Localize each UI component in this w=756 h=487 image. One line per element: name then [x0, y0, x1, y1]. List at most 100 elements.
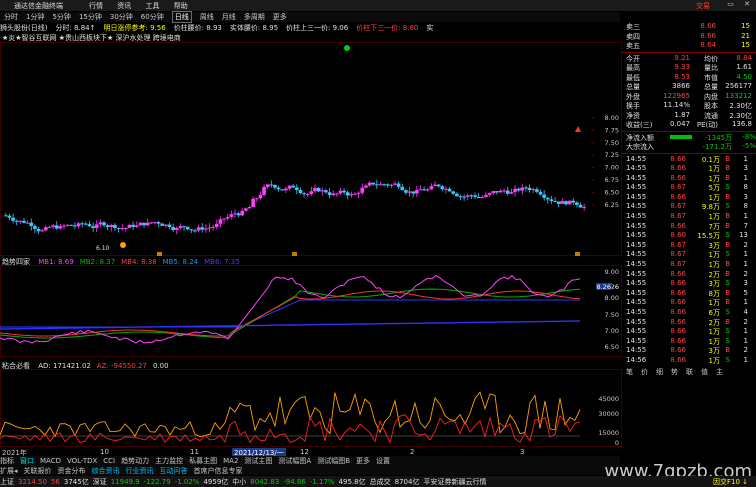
- extension-tab[interactable]: 扩展◂: [0, 466, 18, 476]
- tick-side: B: [725, 240, 730, 249]
- tick-time: 14:55: [626, 231, 647, 240]
- tick-volume: 7万: [708, 222, 720, 231]
- extension-tab[interactable]: 关联报价: [24, 466, 52, 476]
- indicator-tab[interactable]: VOL-TDX: [67, 457, 97, 465]
- quote-tab[interactable]: 势: [671, 367, 678, 377]
- candle-body: [433, 184, 437, 187]
- stat-value: 2.30亿: [729, 102, 752, 110]
- candle-body: [149, 222, 154, 224]
- window-controls[interactable]: ▭ ✕: [727, 0, 754, 8]
- period-5[interactable]: 60分钟: [141, 12, 164, 22]
- quote-tab[interactable]: 主: [716, 367, 723, 377]
- candle-body: [80, 223, 84, 225]
- quote-tab[interactable]: 细: [656, 367, 663, 377]
- period-8[interactable]: 月线: [222, 12, 236, 22]
- menu-item-tools[interactable]: 工具: [145, 2, 159, 10]
- indicator-tab[interactable]: 趋势动力: [121, 456, 149, 466]
- period-1[interactable]: 1分钟: [26, 12, 44, 22]
- status-item: 8042.83: [250, 477, 280, 486]
- tick-row: 14:55 8.66 3万 S 3: [622, 279, 756, 289]
- stat-value: 256177: [725, 82, 752, 90]
- tick-time: 14:55: [626, 317, 647, 326]
- tick-volume: 1万: [708, 251, 720, 260]
- period-2[interactable]: 5分钟: [52, 12, 70, 22]
- indicator2-chart[interactable]: 45000 30000 15000 0: [0, 369, 622, 447]
- quote-tab[interactable]: 价: [641, 367, 648, 377]
- tick-side: B: [725, 298, 730, 307]
- indicator-tab[interactable]: 测试幅图B: [317, 456, 350, 466]
- indicator-tab[interactable]: 更多: [356, 456, 370, 466]
- low-price-label: 6.10: [96, 245, 110, 252]
- candle-body: [244, 208, 248, 211]
- ask-price[interactable]: 8.66: [666, 22, 716, 32]
- extension-tab[interactable]: 互动问答: [160, 466, 188, 476]
- ask-row: 卖五 8.64 15: [622, 41, 756, 51]
- indicator-tab[interactable]: MA2: [223, 457, 238, 465]
- stat-key: PE(动): [696, 121, 718, 129]
- extension-tab[interactable]: 综合资讯: [92, 466, 120, 476]
- indicator-tab[interactable]: 设置: [376, 456, 390, 466]
- stat-key: 最高: [626, 64, 640, 72]
- extension-tab[interactable]: 资金分布: [58, 466, 86, 476]
- candle-body: [36, 228, 41, 232]
- indicator-tab[interactable]: 主力监控: [155, 456, 183, 466]
- trade-button[interactable]: 交易: [696, 1, 710, 11]
- candle-body: [295, 187, 299, 190]
- candle-body: [375, 184, 379, 186]
- quote-tab[interactable]: 笔: [626, 367, 633, 377]
- candlestick-chart[interactable]: 8.00 7.75 7.50 7.25 7.00 6.75 6.50 6.25 6.10: [0, 42, 622, 256]
- period-7[interactable]: 周线: [200, 12, 214, 22]
- tick-price: 8.66: [670, 221, 686, 230]
- candle-body: [495, 191, 499, 193]
- candle-body: [331, 193, 335, 196]
- indicator-tab[interactable]: 私募主图: [189, 456, 217, 466]
- period-10[interactable]: 更多: [273, 12, 287, 22]
- tick-volume: 3万: [708, 241, 720, 250]
- netflow-pct: -5%: [742, 142, 756, 150]
- ask-price[interactable]: 8.64: [666, 41, 716, 51]
- extension-tab[interactable]: 行业资讯: [126, 466, 154, 476]
- period-3[interactable]: 15分钟: [79, 12, 102, 22]
- tick-side: B: [725, 317, 730, 326]
- tick-time: 14:55: [626, 164, 647, 173]
- candle-body: [378, 184, 383, 186]
- indicator-tab[interactable]: 窗口: [20, 456, 34, 466]
- tick-volume: 2万: [708, 318, 720, 327]
- quote-tab[interactable]: 值: [701, 367, 708, 377]
- ask-label: 卖五: [626, 42, 640, 50]
- tick-row: 14:55 8.67 1万 B 1: [622, 260, 756, 270]
- period-0[interactable]: 分时: [4, 12, 18, 22]
- f10-note[interactable]: 因交F10 ↓: [713, 477, 748, 487]
- stat-value: 1.61: [736, 63, 752, 71]
- tick-volume: 1万: [708, 299, 720, 308]
- tick-row: 14:55 8.66 1万 B 3: [622, 164, 756, 174]
- menu-item-help[interactable]: 帮助: [174, 2, 188, 10]
- tick-volume: 6万: [708, 309, 720, 317]
- menu-item-market[interactable]: 行情: [89, 2, 103, 10]
- tick-price: 8.66: [670, 308, 686, 316]
- status-item: -94.86: [283, 477, 306, 486]
- tick-count: 1: [743, 298, 748, 307]
- tick-count: 2: [743, 346, 748, 355]
- tick-row: 14:55 8.60 15.5万 S 13: [622, 231, 756, 241]
- quote-tab[interactable]: 联: [686, 367, 693, 377]
- ask-price[interactable]: 8.66: [666, 32, 716, 42]
- info-item: 实: [426, 24, 434, 32]
- candle-body: [513, 188, 517, 193]
- menu-item-news[interactable]: 资讯: [117, 2, 131, 10]
- period-9[interactable]: 多周期: [244, 12, 265, 22]
- indicator-tab[interactable]: CCI: [103, 457, 115, 465]
- indicator-tab[interactable]: 指标: [0, 456, 14, 466]
- netflow-row: 大宗流入 -171.2万 -5%: [622, 142, 756, 152]
- period-4[interactable]: 30分钟: [110, 12, 133, 22]
- candle-body: [360, 187, 365, 193]
- indicator-tab[interactable]: 测试主图: [244, 456, 272, 466]
- indicator1-chart[interactable]: 9.008.268.007.507.006.508.26: [0, 265, 622, 357]
- tick-count: 2: [743, 317, 748, 326]
- stat-key: 今开: [626, 54, 640, 63]
- period-6[interactable]: 日线: [171, 11, 192, 23]
- indicator-tab[interactable]: 测试幅图A: [278, 456, 311, 466]
- extension-tab[interactable]: 首席户信息专家: [194, 466, 243, 476]
- candle-body: [189, 229, 194, 231]
- indicator-tab[interactable]: MACD: [40, 457, 61, 465]
